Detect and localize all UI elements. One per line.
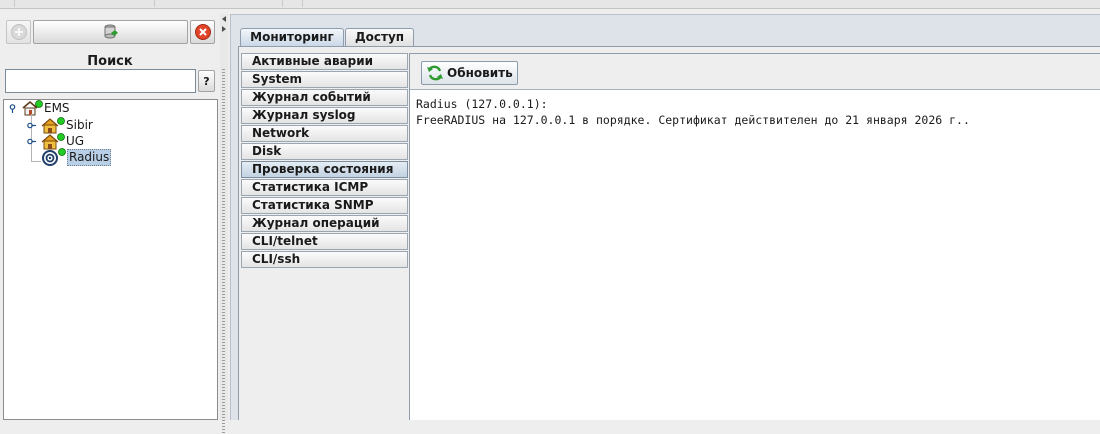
status-online-icon [58, 148, 66, 156]
status-output: Radius (127.0.0.1): FreeRADIUS на 127.0.… [410, 89, 1100, 420]
house-icon [41, 132, 65, 149]
tree-node-label: UG [66, 133, 85, 148]
subtab-snmp-stats[interactable]: Статистика SNMP [241, 197, 408, 214]
add-button[interactable] [6, 20, 31, 44]
subtab-cli-telnet[interactable]: CLI/telnet [241, 233, 408, 250]
output-line: Radius (127.0.0.1): [416, 97, 548, 111]
subtab-network[interactable]: Network [241, 125, 408, 142]
refresh-button-label: Обновить [447, 66, 513, 80]
output-line: FreeRADIUS на 127.0.0.1 в порядке. Серти… [416, 113, 970, 127]
database-button[interactable] [33, 20, 188, 44]
target-icon [42, 148, 66, 166]
top-toolbar-strip [0, 0, 1100, 9]
splitter-grip [222, 69, 225, 434]
close-button[interactable] [190, 20, 215, 44]
refresh-icon [427, 65, 443, 81]
tab-monitoring[interactable]: Мониторинг [240, 28, 344, 46]
plus-circle-icon [10, 24, 27, 40]
subtab-disk[interactable]: Disk [241, 143, 408, 160]
subtab-operations-log[interactable]: Журнал операций [241, 215, 408, 232]
arrow-right-icon[interactable] [221, 26, 227, 32]
tree-node-label: EMS [44, 100, 70, 115]
subtab-active-alarms[interactable]: Активные аварии [241, 53, 408, 70]
close-icon [194, 24, 211, 40]
collapsed-toggle-icon[interactable] [27, 121, 36, 130]
device-tree[interactable]: EMS Sibir UG Radius [3, 99, 218, 420]
search-label: Поиск [87, 54, 133, 69]
house-icon [22, 100, 43, 116]
tree-node-sibir[interactable]: Sibir [41, 116, 94, 133]
tree-node-label: Radius [67, 148, 112, 166]
subtab-cli-ssh[interactable]: CLI/ssh [241, 251, 408, 268]
refresh-button[interactable]: Обновить [421, 61, 518, 85]
subtab-health-check[interactable]: Проверка состояния [241, 161, 408, 178]
collapsed-toggle-icon[interactable] [27, 137, 36, 146]
status-online-icon [57, 132, 65, 141]
tab-access[interactable]: Доступ [345, 28, 414, 46]
panel-splitter[interactable] [220, 14, 228, 434]
house-icon [41, 116, 65, 133]
search-input[interactable] [5, 69, 196, 93]
expanded-toggle-icon[interactable] [8, 104, 17, 113]
status-online-icon [57, 116, 65, 125]
subtab-icmp-stats[interactable]: Статистика ICMP [241, 179, 408, 196]
help-button[interactable]: ? [198, 70, 215, 92]
tree-node-label: Sibir [66, 117, 93, 132]
database-icon [104, 24, 118, 39]
arrow-left-icon[interactable] [221, 16, 227, 22]
subtab-system[interactable]: System [241, 71, 408, 88]
status-online-icon [35, 100, 43, 108]
subtab-syslog[interactable]: Журнал syslog [241, 107, 408, 124]
subtab-event-log[interactable]: Журнал событий [241, 89, 408, 106]
tree-node-ug[interactable]: UG [41, 132, 85, 149]
tree-node-radius[interactable]: Radius [41, 148, 112, 166]
tree-guide-line [31, 161, 41, 162]
tree-node-ems[interactable]: EMS [21, 100, 71, 116]
